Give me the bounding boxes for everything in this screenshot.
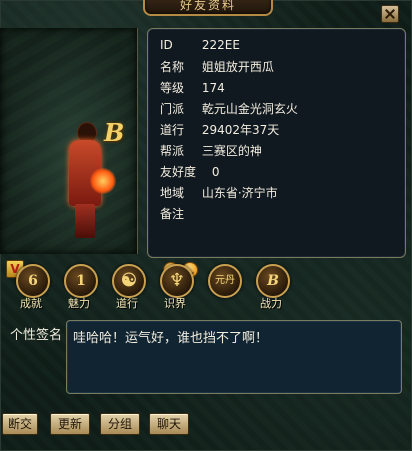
- close-button[interactable]: [381, 5, 399, 23]
- info-key: 道行: [160, 123, 185, 137]
- attribute-icon-bar: 6 成就 1 魅力 ☯ 道行 ♆ 识界 元丹 B 战力: [10, 264, 300, 314]
- info-key: 备注: [160, 207, 185, 221]
- info-key: 门派: [160, 102, 185, 116]
- unfriend-button[interactable]: 断交: [2, 413, 38, 435]
- info-row-region: 地域 山东省·济宁市: [160, 183, 400, 203]
- info-row-name: 名称 姐姐放开西瓜: [160, 57, 400, 77]
- charm-icon: 1: [64, 264, 98, 298]
- elixir-icon: 元丹: [208, 264, 242, 298]
- info-key: 友好度: [160, 165, 197, 179]
- info-key: 等级: [160, 81, 185, 95]
- achievement-button[interactable]: 6 成就: [10, 264, 52, 312]
- info-value: 姐姐放开西瓜: [201, 60, 274, 74]
- taoism-button[interactable]: ☯ 道行: [106, 264, 148, 312]
- window-title: 好友资料: [179, 0, 236, 12]
- info-row-level: 等级 174: [160, 78, 400, 98]
- info-key: 名称: [160, 60, 185, 74]
- refresh-button[interactable]: 更新: [50, 413, 90, 435]
- info-value: 三赛区的神: [201, 144, 262, 158]
- character-legs: [75, 204, 95, 238]
- info-value: 0: [211, 165, 220, 179]
- taoism-icon: ☯: [112, 264, 146, 298]
- character-portrait: B V: [0, 28, 138, 278]
- achievement-icon: 6: [16, 264, 50, 298]
- info-value: 山东省·济宁市: [201, 186, 278, 200]
- info-row-friendship: 友好度 0: [160, 162, 400, 182]
- window-title-plate: 好友资料: [143, 0, 273, 16]
- realm-icon: ♆: [160, 264, 194, 298]
- info-key: 地域: [160, 186, 185, 200]
- elixir-button[interactable]: 元丹: [202, 264, 244, 312]
- signature-label: 个性签名: [10, 328, 63, 343]
- icon-label: 魅力: [68, 297, 90, 310]
- info-value: 29402年37天: [201, 123, 280, 137]
- profile-info-panel: ID 222EE 名称 姐姐放开西瓜 等级 174 门派 乾元山金光洞玄火 道行…: [147, 28, 406, 278]
- info-value: 174: [201, 81, 225, 95]
- info-value: 222EE: [201, 38, 240, 52]
- info-key: 帮派: [160, 144, 185, 158]
- signature-text: 哇哈哈！运气好，谁也挡不了啊！: [66, 320, 402, 394]
- info-row-remark: 备注: [160, 204, 400, 224]
- group-button[interactable]: 分组: [100, 413, 140, 435]
- combat-power-icon: B: [256, 264, 290, 298]
- info-value: 乾元山金光洞玄火: [201, 102, 298, 116]
- signature-section: 个性签名 哇哈哈！运气好，谁也挡不了啊！: [0, 318, 404, 398]
- icon-label: 成就: [20, 297, 42, 310]
- fire-orb-icon: [90, 168, 116, 194]
- info-row-guild: 帮派 三赛区的神: [160, 141, 400, 161]
- combat-power-button[interactable]: B 战力: [250, 264, 292, 312]
- icon-label: 道行: [116, 297, 138, 310]
- info-key: ID: [160, 38, 173, 52]
- info-row-sect: 门派 乾元山金光洞玄火: [160, 99, 400, 119]
- icon-label: 识界: [164, 297, 186, 310]
- icon-label: 战力: [260, 297, 282, 310]
- b-rank-badge: B: [104, 118, 125, 147]
- chat-button[interactable]: 聊天: [149, 413, 189, 435]
- info-row-daoxing: 道行 29402年37天: [160, 120, 400, 140]
- realm-button[interactable]: ♆ 识界: [154, 264, 196, 312]
- info-row-id: ID 222EE: [160, 35, 400, 55]
- charm-button[interactable]: 1 魅力: [58, 264, 100, 312]
